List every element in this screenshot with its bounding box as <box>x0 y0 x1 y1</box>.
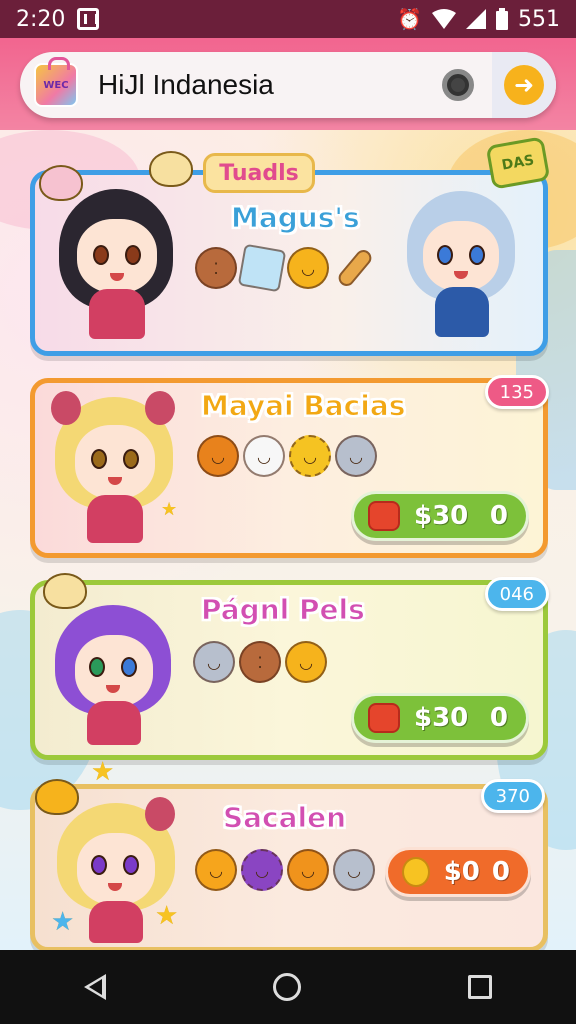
mascot-icon <box>43 573 87 609</box>
character-avatar <box>45 391 185 551</box>
character-card[interactable]: 046 Págnl Pels ◡ ⁚ ◡ $30 0 <box>30 573 549 760</box>
item-row: ◡ ◡ ◡ ◡ <box>197 435 377 477</box>
star-icon: ★ <box>51 907 75 937</box>
count-badge: 370 <box>480 779 545 813</box>
status-right: ⏰ 551 <box>397 7 560 32</box>
card-list: Tuadls DAS Magus's ⁚ ◡ 135 Mayai Bacias … <box>0 130 576 950</box>
pumpkin-icon: ◡ <box>195 849 237 891</box>
battery-icon <box>496 8 508 30</box>
coin-icon <box>402 857 430 887</box>
card-title: Sacalen <box>222 801 347 835</box>
app-logo-text: WEC <box>43 79 69 91</box>
character-card[interactable]: 135 Mayai Bacias ◡ ◡ ◡ ◡ $30 0 ★ <box>30 375 549 558</box>
sun-icon: ◡ <box>289 435 331 477</box>
pumpkin-icon: ◡ <box>285 641 327 683</box>
price-suffix: 0 <box>491 857 510 887</box>
search-go-button[interactable]: ➜ <box>492 52 556 118</box>
app-logo[interactable]: WEC <box>34 57 78 107</box>
count-badge: 046 <box>484 577 549 611</box>
buy-button[interactable]: $0 0 <box>385 847 531 897</box>
ice-cube-icon <box>237 243 287 293</box>
status-bar: 2:20 ⏰ 551 <box>0 0 576 38</box>
card-ribbon: Tuadls <box>203 153 315 193</box>
character-card[interactable]: 370 Sacalen ◡ ◡ ◡ ◡ $0 0 ★ ★ ★ <box>30 759 548 950</box>
gem-icon <box>368 501 400 531</box>
cookie-icon: ⁚ <box>239 641 281 683</box>
back-icon[interactable] <box>83 974 106 1000</box>
mascot-icon <box>35 779 79 815</box>
mascot-icon <box>39 165 83 201</box>
character-avatar <box>401 179 521 349</box>
price-label: $30 <box>414 501 469 531</box>
navigation-bar <box>0 950 576 1024</box>
star-icon: ★ <box>155 901 179 931</box>
buy-button[interactable]: $30 0 <box>351 693 529 743</box>
search-bar[interactable]: WEC HiJl Indanesia ➜ <box>20 52 556 118</box>
buy-button[interactable]: $30 0 <box>351 491 529 541</box>
price-suffix: 0 <box>489 703 508 733</box>
corner-tag-label: DAS <box>500 152 536 174</box>
signal-icon <box>466 9 486 29</box>
app-icon <box>77 8 100 30</box>
gem-icon <box>368 703 400 733</box>
card-title: Págnl Pels <box>201 593 366 627</box>
alarm-icon: ⏰ <box>397 7 422 31</box>
status-time: 2:20 <box>16 6 66 32</box>
character-card[interactable]: Tuadls DAS Magus's ⁚ ◡ <box>30 136 551 356</box>
price-label: $30 <box>414 703 469 733</box>
recents-icon[interactable] <box>468 975 493 999</box>
card-ribbon-label: Tuadls <box>219 160 299 186</box>
pumpkin-icon: ◡ <box>287 849 329 891</box>
pumpkin-icon: ◡ <box>197 435 239 477</box>
item-row: ⁚ ◡ <box>195 243 375 293</box>
search-input[interactable]: HiJl Indanesia <box>98 69 442 101</box>
ghost-icon: ◡ <box>333 849 375 891</box>
item-row: ◡ ⁚ ◡ <box>193 641 327 683</box>
ghost-icon: ◡ <box>243 435 285 477</box>
cookie-icon: ⁚ <box>195 247 237 289</box>
card-title: Mayai Bacias <box>200 389 406 423</box>
app-header: WEC HiJl Indanesia ➜ <box>0 38 576 130</box>
card-title: Magus's <box>231 201 361 235</box>
item-row: ◡ ◡ ◡ ◡ <box>195 849 375 891</box>
count-badge: 135 <box>484 375 549 409</box>
ghost-icon: ◡ <box>335 435 377 477</box>
character-avatar <box>51 179 181 349</box>
ghost-icon: ◡ <box>193 641 235 683</box>
home-icon[interactable] <box>272 973 301 1001</box>
star-icon: ★ <box>161 499 178 520</box>
wifi-icon <box>432 9 456 29</box>
monster-icon: ◡ <box>241 849 283 891</box>
price-label: $0 <box>443 857 480 887</box>
arrow-right-icon: ➜ <box>504 65 544 105</box>
price-suffix: 0 <box>489 501 508 531</box>
pumpkin-icon: ◡ <box>287 247 329 289</box>
mascot-icon <box>149 151 193 187</box>
star-icon: ★ <box>91 757 115 787</box>
camera-icon[interactable] <box>442 69 474 101</box>
character-avatar <box>49 601 179 751</box>
status-right-text: 551 <box>518 6 560 32</box>
stick-icon <box>335 246 375 290</box>
